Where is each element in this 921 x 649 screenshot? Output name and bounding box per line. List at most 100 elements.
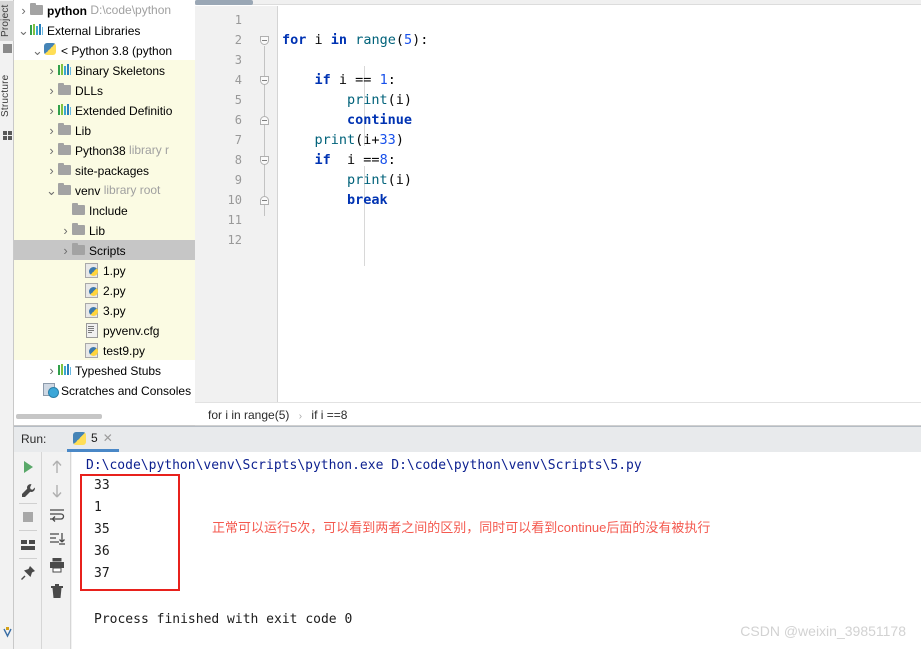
tree-node-python[interactable]: › python D:\code\python xyxy=(14,0,195,20)
close-icon[interactable]: ✕ xyxy=(103,431,113,445)
chevron-down-icon[interactable]: ⌄ xyxy=(18,23,29,38)
code-keyword: if xyxy=(314,72,331,88)
code-text-area[interactable]: for i in range(5): if i == 1: print(i) c… xyxy=(278,6,921,402)
config-file-icon xyxy=(85,323,100,338)
chevron-right-icon[interactable]: › xyxy=(18,1,29,21)
fold-marker-if-1-end[interactable] xyxy=(260,116,269,125)
stop-button[interactable] xyxy=(19,508,37,526)
run-actions-toolbar-left xyxy=(14,452,42,649)
tree-node-lib[interactable]: › Lib xyxy=(14,120,195,140)
code-line-4[interactable]: if i == 1: xyxy=(282,70,396,90)
tree-node-binary-skeletons[interactable]: › Binary Skeletons xyxy=(14,60,195,80)
layout-button[interactable] xyxy=(19,536,37,554)
fold-marker-if-8[interactable] xyxy=(260,156,269,165)
editor-gutter[interactable]: 1 2 3 4 5 6 7 8 9 10 11 12 xyxy=(195,6,252,402)
chevron-right-icon[interactable]: › xyxy=(60,221,71,241)
run-configuration-tab[interactable]: 5 ✕ xyxy=(67,427,119,452)
tree-node-secondary-label: D:\code\python xyxy=(87,3,172,17)
vcs-icon[interactable] xyxy=(3,627,12,638)
down-stack-button[interactable] xyxy=(48,482,66,500)
code-line-8[interactable]: if i ==8: xyxy=(282,150,396,170)
chevron-right-icon[interactable]: › xyxy=(46,161,57,181)
tree-node-label: Scripts xyxy=(89,243,126,258)
code-editor[interactable]: 1 2 3 4 5 6 7 8 9 10 11 12 for i in range(5): if i … xyxy=(195,0,921,402)
tree-node-python-3-8-python[interactable]: ⌄ < Python 3.8 (python xyxy=(14,40,195,60)
chevron-right-icon[interactable]: › xyxy=(46,121,57,141)
console-exit-message: Process finished with exit code 0 xyxy=(94,612,353,627)
tree-node-1-py[interactable]: 1.py xyxy=(14,260,195,280)
code-line-10[interactable]: break xyxy=(282,190,388,210)
code-line-2[interactable]: for i in range(5): xyxy=(282,30,428,50)
code-line-9[interactable]: print(i) xyxy=(282,170,412,190)
tree-node-python38[interactable]: › Python38 library r xyxy=(14,140,195,160)
project-tool-window[interactable]: › python D:\code\python ⌄ External Librarie… xyxy=(14,0,195,410)
project-tree-scroll-strip xyxy=(14,410,195,426)
chevron-down-icon[interactable]: ⌄ xyxy=(32,43,43,58)
stop-square-icon xyxy=(23,512,33,522)
tool-window-tab-structure[interactable]: Structure xyxy=(0,66,14,126)
tree-node-external-libraries[interactable]: ⌄ External Libraries xyxy=(14,20,195,40)
breadcrumb-item-0[interactable]: for i in range(5) xyxy=(208,408,289,422)
console-output[interactable]: D:\code\python\venv\Scripts\python.exe D… xyxy=(72,452,921,649)
tree-node-label: Typeshed Stubs xyxy=(75,363,162,378)
tree-node-typeshed-stubs[interactable]: › Typeshed Stubs xyxy=(14,360,195,380)
tree-node-site-packages[interactable]: › site-packages xyxy=(14,160,195,180)
chevron-right-icon[interactable]: › xyxy=(46,361,57,381)
soft-wrap-button[interactable] xyxy=(48,506,66,524)
console-command-line: D:\code\python\venv\Scripts\python.exe D… xyxy=(86,458,642,473)
tree-node-test9-py[interactable]: test9.py xyxy=(14,340,195,360)
library-bars-icon xyxy=(57,63,72,76)
editor-horizontal-scrollbar-thumb[interactable] xyxy=(195,0,253,5)
tree-node-label: Scratches and Consoles xyxy=(61,383,192,398)
tree-node-dlls[interactable]: › DLLs xyxy=(14,80,195,100)
structure-window-icon xyxy=(3,131,12,140)
tree-node-2-py[interactable]: 2.py xyxy=(14,280,195,300)
code-keyword: in xyxy=(330,32,348,48)
chevron-down-icon[interactable]: ⌄ xyxy=(46,183,57,198)
tree-node-3-py[interactable]: 3.py xyxy=(14,300,195,320)
code-line-5[interactable]: print(i) xyxy=(282,90,412,110)
tree-node-venv[interactable]: ⌄ venv library root xyxy=(14,180,195,200)
tree-node-lib[interactable]: › Lib xyxy=(14,220,195,240)
tree-node-scratches-and-consoles[interactable]: Scratches and Consoles xyxy=(14,380,195,400)
fold-marker-if-1[interactable] xyxy=(260,76,269,85)
layout-icon xyxy=(21,540,35,550)
annotation-highlight-box xyxy=(80,474,180,591)
code-keyword: break xyxy=(347,192,388,208)
tree-node-pyvenv-cfg[interactable]: pyvenv.cfg xyxy=(14,320,195,340)
project-horizontal-scrollbar[interactable] xyxy=(16,414,102,419)
fold-marker-if-8-end[interactable] xyxy=(260,196,269,205)
trash-icon xyxy=(51,584,63,598)
fold-marker-for-loop[interactable] xyxy=(260,36,269,45)
breadcrumb[interactable]: for i in range(5) › if i ==8 xyxy=(195,402,921,426)
edit-configurations-button[interactable] xyxy=(19,482,37,500)
chevron-right-icon[interactable]: › xyxy=(46,141,57,161)
code-number: 1 xyxy=(379,72,388,88)
tree-node-label: Python38 xyxy=(75,143,126,158)
scroll-to-end-button[interactable] xyxy=(48,530,66,548)
rerun-button[interactable] xyxy=(19,458,37,476)
breadcrumb-item-1[interactable]: if i ==8 xyxy=(311,408,347,422)
run-play-icon xyxy=(24,461,33,473)
tree-node-label: site-packages xyxy=(75,163,150,178)
pin-tab-button[interactable] xyxy=(19,564,37,582)
chevron-right-icon[interactable]: › xyxy=(60,241,71,261)
print-button[interactable] xyxy=(48,556,66,574)
tree-node-scripts[interactable]: › Scripts xyxy=(14,240,195,260)
tree-node-include[interactable]: Include xyxy=(14,200,195,220)
tool-window-tab-project[interactable]: Project xyxy=(0,1,14,41)
chevron-right-icon[interactable]: › xyxy=(46,61,57,81)
tree-node-extended-definitio[interactable]: › Extended Definitio xyxy=(14,100,195,120)
chevron-right-icon[interactable]: › xyxy=(46,81,57,101)
code-number: 8 xyxy=(379,152,388,168)
code-line-6[interactable]: continue xyxy=(282,110,412,130)
tree-node-label: Lib xyxy=(75,123,92,138)
up-stack-button[interactable] xyxy=(48,458,66,476)
code-builtin: print xyxy=(347,92,388,108)
line-number: 3 xyxy=(234,53,242,67)
clear-all-button[interactable] xyxy=(48,582,66,600)
code-folding-strip[interactable] xyxy=(252,6,278,402)
chevron-right-icon[interactable]: › xyxy=(46,101,57,121)
code-line-7[interactable]: print(i+33) xyxy=(282,130,404,150)
